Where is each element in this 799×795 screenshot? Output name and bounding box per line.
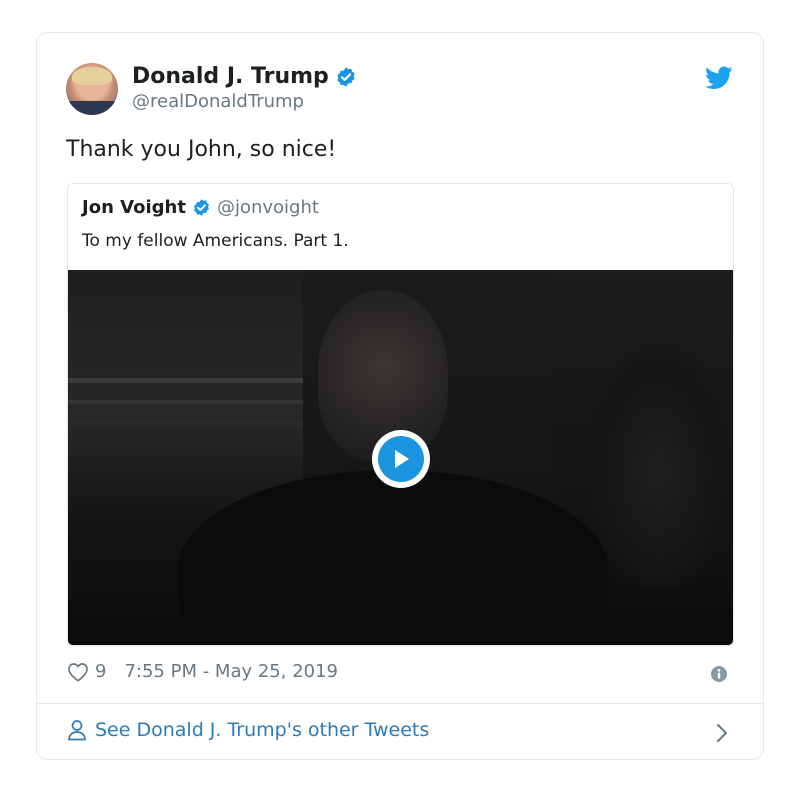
video-person-head — [318, 290, 448, 460]
heart-icon[interactable] — [67, 662, 89, 682]
embedded-tweet-card: Donald J. Trump @realDonaldTrump Thank y… — [36, 32, 764, 760]
author-handle[interactable]: @realDonaldTrump — [132, 91, 304, 112]
tweet-text: Thank you John, so nice! — [66, 137, 337, 162]
video-railing — [68, 400, 303, 404]
see-other-tweets-link[interactable]: See Donald J. Trump's other Tweets — [95, 719, 429, 741]
video-plant — [588, 350, 728, 590]
verified-badge-icon — [193, 199, 209, 216]
twitter-bird-icon[interactable] — [705, 66, 733, 90]
author-name[interactable]: Donald J. Trump — [132, 63, 329, 91]
play-icon — [378, 436, 424, 482]
quoted-tweet-text: To my fellow Americans. Part 1. — [82, 231, 349, 251]
quoted-author-handle[interactable]: @jonvoight — [217, 197, 319, 218]
avatar-hair — [72, 67, 112, 85]
video-player[interactable] — [68, 270, 733, 645]
video-railing — [68, 422, 303, 425]
avatar-suit — [66, 101, 118, 115]
video-railing — [68, 378, 303, 383]
person-icon — [68, 720, 86, 741]
play-button[interactable] — [372, 430, 430, 488]
quoted-author-name[interactable]: Jon Voight — [82, 197, 186, 218]
quoted-tweet[interactable]: Jon Voight @jonvoight To my fellow Ameri… — [67, 183, 734, 646]
info-icon[interactable] — [711, 666, 727, 682]
avatar[interactable] — [66, 63, 118, 115]
tweet-timestamp[interactable]: 7:55 PM - May 25, 2019 — [124, 661, 338, 682]
quoted-author-row: Jon Voight @jonvoight — [82, 197, 319, 218]
footer-link-row[interactable]: See Donald J. Trump's other Tweets — [67, 719, 429, 741]
tweet-meta: 9 7:55 PM - May 25, 2019 — [67, 661, 338, 682]
verified-badge-icon — [337, 67, 355, 87]
chevron-right-icon[interactable] — [715, 722, 729, 744]
footer-divider — [37, 703, 763, 704]
like-count[interactable]: 9 — [95, 661, 106, 682]
author-row: Donald J. Trump — [132, 63, 357, 91]
